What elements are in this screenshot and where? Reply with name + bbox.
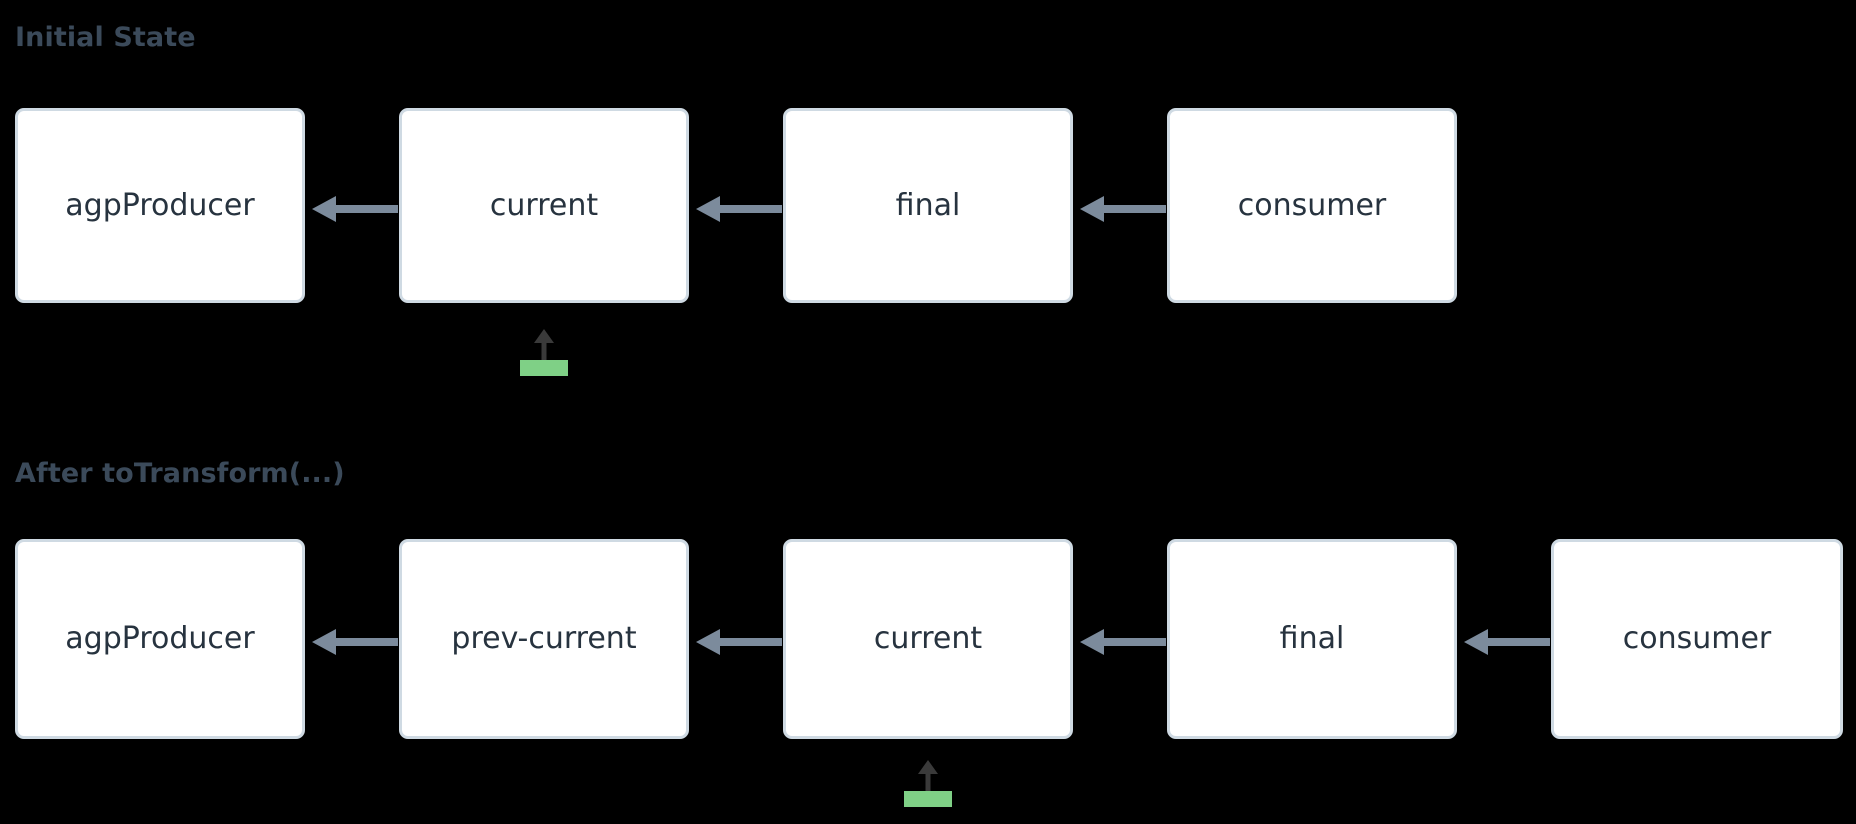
highlight-marker-current-after bbox=[904, 760, 952, 807]
node-consumer-after[interactable]: consumer bbox=[1551, 539, 1843, 739]
highlight-marker-current-initial bbox=[520, 329, 568, 376]
edge-arrow-current-to-prevcurrent bbox=[690, 625, 782, 659]
edge-arrow-current-to-agpproducer bbox=[306, 192, 398, 226]
node-current-after[interactable]: current bbox=[783, 539, 1073, 739]
diagram-canvas: Initial State agpProducer current final … bbox=[0, 0, 1856, 824]
node-label: consumer bbox=[1622, 621, 1772, 656]
edge-arrow-consumer-to-final bbox=[1074, 192, 1166, 226]
section-title-after-totransform: After toTransform(...) bbox=[15, 458, 345, 489]
section-title-initial-state: Initial State bbox=[15, 22, 196, 53]
node-label: final bbox=[895, 187, 961, 223]
node-label: agpProducer bbox=[65, 621, 255, 656]
arrow-up-icon bbox=[532, 329, 556, 363]
highlight-bar bbox=[520, 360, 568, 376]
node-prev-current-after[interactable]: prev-current bbox=[399, 539, 689, 739]
edge-arrow-final-to-current-after bbox=[1074, 625, 1166, 659]
node-label: consumer bbox=[1237, 187, 1387, 223]
node-agpproducer-after[interactable]: agpProducer bbox=[15, 539, 305, 739]
node-label: prev-current bbox=[451, 621, 637, 656]
node-label: agpProducer bbox=[65, 187, 255, 223]
node-current-initial[interactable]: current bbox=[399, 108, 689, 303]
arrow-up-icon bbox=[916, 760, 940, 794]
highlight-bar bbox=[904, 791, 952, 807]
node-final-initial[interactable]: final bbox=[783, 108, 1073, 303]
node-label: current bbox=[489, 187, 599, 223]
node-final-after[interactable]: final bbox=[1167, 539, 1457, 739]
node-label: current bbox=[873, 621, 983, 656]
edge-arrow-prevcurrent-to-agpproducer bbox=[306, 625, 398, 659]
node-consumer-initial[interactable]: consumer bbox=[1167, 108, 1457, 303]
edge-arrow-consumer-to-final-after bbox=[1458, 625, 1550, 659]
node-label: final bbox=[1279, 621, 1345, 656]
edge-arrow-final-to-current bbox=[690, 192, 782, 226]
node-agpproducer-initial[interactable]: agpProducer bbox=[15, 108, 305, 303]
